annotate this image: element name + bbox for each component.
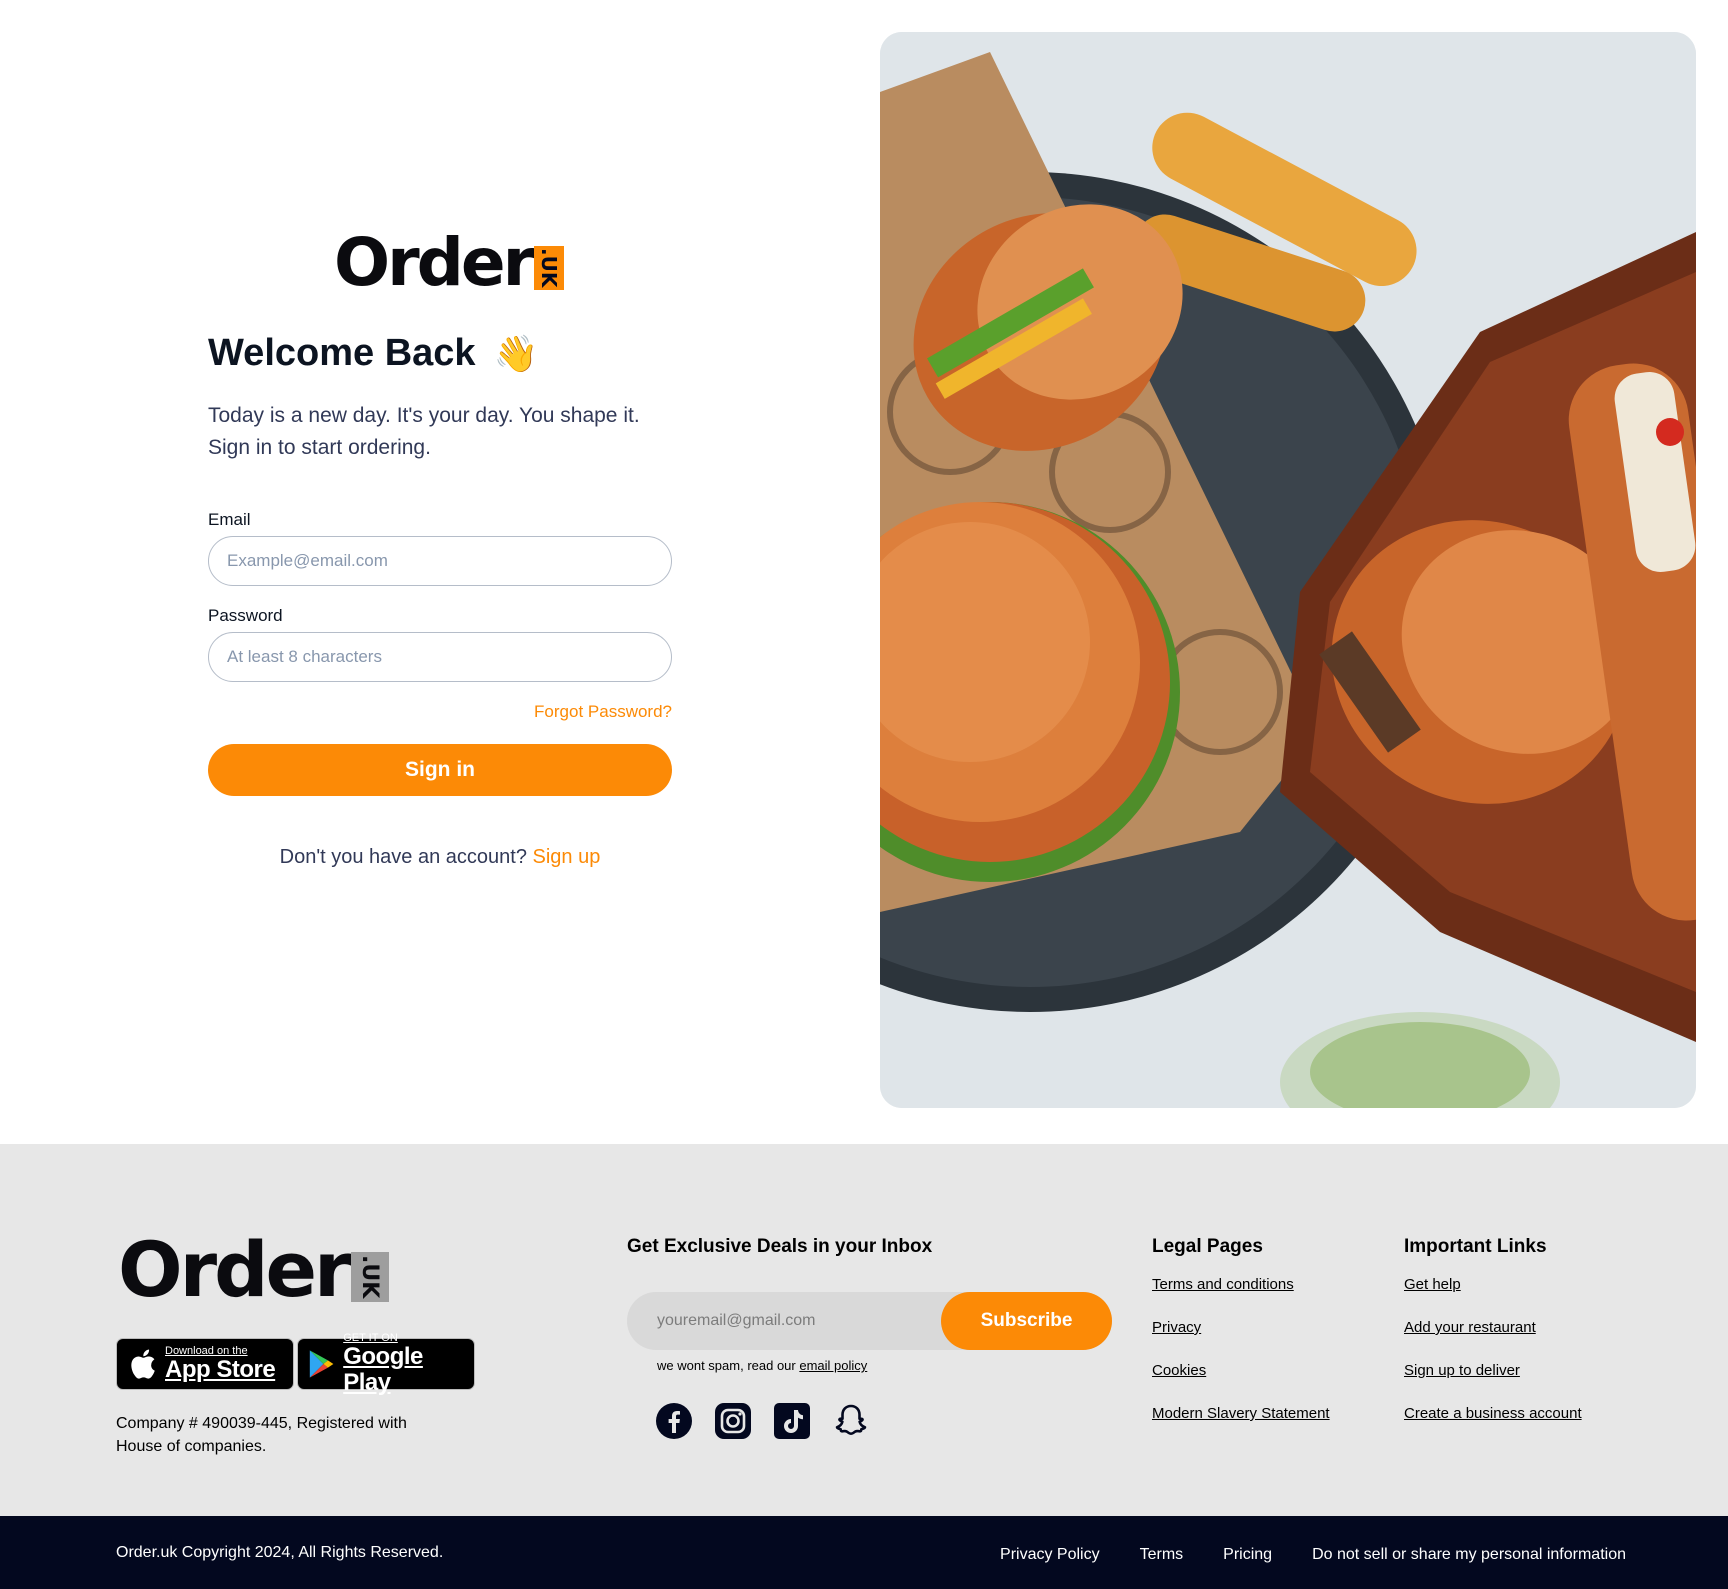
subscribe-button[interactable]: Subscribe (941, 1292, 1112, 1350)
password-label: Password (208, 606, 283, 625)
privacy-link[interactable]: Privacy (1152, 1319, 1201, 1336)
sign-in-button[interactable]: Sign in (208, 744, 672, 796)
burger-photo-illustration (880, 32, 1696, 1108)
forgot-password-link[interactable]: Forgot Password? (534, 702, 672, 722)
important-links-heading: Important Links (1404, 1236, 1547, 1257)
footer-logo: Order .UK (118, 1232, 389, 1308)
logo-word: Order (334, 224, 535, 301)
add-restaurant-link[interactable]: Add your restaurant (1404, 1319, 1536, 1336)
welcome-subtitle: Today is a new day. It's your day. You s… (208, 400, 688, 464)
order-uk-logo: Order .UK (334, 224, 565, 301)
tiktok-icon[interactable] (773, 1402, 811, 1440)
bottom-links: Privacy Policy Terms Pricing Do not sell… (1000, 1546, 1626, 1564)
welcome-heading: Welcome Back 👋 (208, 332, 538, 375)
important-link-item: Add your restaurant (1404, 1319, 1582, 1362)
google-play-text: GET IT ON Google Play (343, 1332, 464, 1396)
important-link-item: Get help (1404, 1276, 1582, 1319)
snapchat-icon[interactable] (832, 1402, 870, 1440)
google-play-button[interactable]: GET IT ON Google Play (297, 1332, 475, 1396)
do-not-sell-link[interactable]: Do not sell or share my personal informa… (1312, 1546, 1626, 1564)
app-store-badges: Download on the App Store GET IT ON Goog… (116, 1332, 475, 1396)
signup-prompt: Don't you have an account? Sign up (208, 846, 672, 869)
google-play-big: Google Play (343, 1343, 423, 1396)
modern-slavery-link[interactable]: Modern Slavery Statement (1152, 1405, 1330, 1422)
password-field[interactable] (208, 632, 672, 682)
email-label: Email (208, 510, 251, 529)
footer-logo-word: Order (118, 1225, 352, 1314)
business-account-link[interactable]: Create a business account (1404, 1405, 1582, 1422)
hero-food-image (880, 32, 1696, 1108)
privacy-policy-link[interactable]: Privacy Policy (1000, 1546, 1100, 1564)
google-play-icon (309, 1350, 334, 1378)
subtitle-line-2: Sign in to start ordering. (208, 436, 431, 459)
copyright-text: Order.uk Copyright 2024, All Rights Rese… (116, 1544, 444, 1561)
terms-and-conditions-link[interactable]: Terms and conditions (1152, 1276, 1294, 1293)
waving-hand-icon: 👋 (493, 332, 539, 374)
app-store-button[interactable]: Download on the App Store (116, 1338, 294, 1390)
app-store-big: App Store (165, 1356, 276, 1383)
important-links-list: Get help Add your restaurant Sign up to … (1404, 1276, 1582, 1448)
spam-text: we wont spam, read our (657, 1358, 796, 1373)
bottom-bar: Order.uk Copyright 2024, All Rights Rese… (0, 1516, 1728, 1589)
apple-icon (131, 1349, 155, 1379)
logo-badge: .UK (534, 246, 565, 290)
facebook-icon[interactable] (655, 1402, 693, 1440)
sign-up-link[interactable]: Sign up (533, 846, 601, 868)
pricing-link[interactable]: Pricing (1223, 1546, 1272, 1564)
subscribe-form: Subscribe (627, 1292, 1112, 1350)
get-help-link[interactable]: Get help (1404, 1276, 1461, 1293)
subscribe-email-input[interactable] (657, 1292, 957, 1350)
social-links (655, 1402, 870, 1440)
email-policy-link[interactable]: email policy (799, 1358, 867, 1373)
legal-pages-heading: Legal Pages (1152, 1236, 1263, 1257)
legal-link-item: Terms and conditions (1152, 1276, 1330, 1319)
instagram-icon[interactable] (714, 1402, 752, 1440)
legal-link-item: Modern Slavery Statement (1152, 1405, 1330, 1448)
important-link-item: Create a business account (1404, 1405, 1582, 1448)
login-section: Order .UK Welcome Back 👋 Today is a new … (0, 0, 1728, 1144)
sign-up-to-deliver-link[interactable]: Sign up to deliver (1404, 1362, 1520, 1379)
email-field[interactable] (208, 536, 672, 586)
spam-notice: we wont spam, read our email policy (657, 1358, 867, 1373)
legal-link-item: Cookies (1152, 1362, 1330, 1405)
welcome-text: Welcome Back (208, 332, 476, 374)
subtitle-line-1: Today is a new day. It's your day. You s… (208, 404, 640, 427)
terms-link[interactable]: Terms (1140, 1546, 1184, 1564)
legal-links-list: Terms and conditions Privacy Cookies Mod… (1152, 1276, 1330, 1448)
important-link-item: Sign up to deliver (1404, 1362, 1582, 1405)
cookies-link[interactable]: Cookies (1152, 1362, 1206, 1379)
company-info: Company # 490039-445, Registered with Ho… (116, 1415, 407, 1455)
no-account-text: Don't you have an account? (279, 846, 527, 868)
deals-heading: Get Exclusive Deals in your Inbox (627, 1236, 933, 1257)
app-store-text: Download on the App Store (165, 1345, 276, 1383)
site-footer: Order .UK Download on the App Store GET … (0, 1144, 1728, 1516)
footer-logo-badge: .UK (350, 1252, 389, 1302)
legal-link-item: Privacy (1152, 1319, 1330, 1362)
